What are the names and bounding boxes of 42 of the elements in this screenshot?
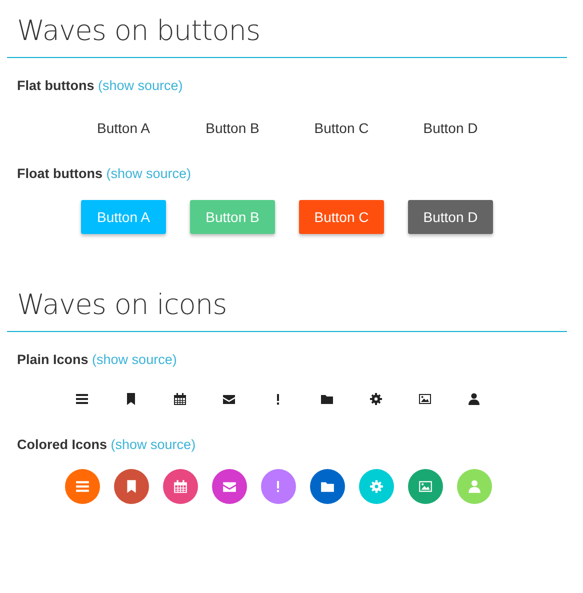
round-icon-button[interactable] <box>114 469 148 504</box>
folder-icon <box>320 479 334 494</box>
menu-icon <box>75 392 89 406</box>
wave-button[interactable]: Button D <box>408 112 493 146</box>
wave-button[interactable]: Button C <box>299 112 384 146</box>
round-icon-button[interactable] <box>212 469 246 504</box>
calendar-icon <box>173 392 187 406</box>
round-icon-button[interactable] <box>162 469 198 504</box>
wave-button[interactable]: Button A <box>81 112 166 146</box>
user-icon <box>467 392 481 406</box>
section-heading: Waves on buttons <box>17 14 262 48</box>
calendar-icon <box>172 479 188 494</box>
wave-button[interactable]: Button B <box>190 112 275 146</box>
envelope-icon <box>222 392 236 406</box>
image-icon <box>418 479 432 494</box>
exclamation-icon <box>276 480 280 492</box>
gear-icon <box>368 479 384 494</box>
wave-button[interactable]: Button C <box>299 200 384 234</box>
show-source-link[interactable]: (show source) <box>106 166 192 181</box>
show-source-link[interactable]: (show source) <box>92 352 177 367</box>
round-icon-button[interactable] <box>64 469 100 504</box>
image-icon <box>418 392 432 406</box>
bookmark-icon <box>124 392 138 406</box>
round-icon-button[interactable] <box>408 469 442 504</box>
menu-icon <box>74 479 90 494</box>
group-label: Flat buttons <box>17 78 94 93</box>
round-icon-button[interactable] <box>310 469 344 504</box>
show-source-link[interactable]: (show source) <box>98 78 183 93</box>
wave-button[interactable]: Button A <box>81 200 166 234</box>
folder-icon <box>320 392 334 406</box>
envelope-icon <box>222 479 236 494</box>
group-label: Float buttons <box>17 166 102 181</box>
gear-icon <box>369 392 383 406</box>
wave-button[interactable]: Button B <box>190 200 275 234</box>
group-label: Colored Icons <box>17 436 108 452</box>
round-icon-button[interactable] <box>260 469 296 504</box>
group-label: Plain Icons <box>17 352 88 367</box>
user-icon <box>466 479 482 494</box>
section-heading: Waves on icons <box>17 288 228 322</box>
exclamation-icon <box>276 394 280 405</box>
show-source-link[interactable]: (show source) <box>110 436 196 452</box>
wave-button[interactable]: Button D <box>408 200 493 234</box>
